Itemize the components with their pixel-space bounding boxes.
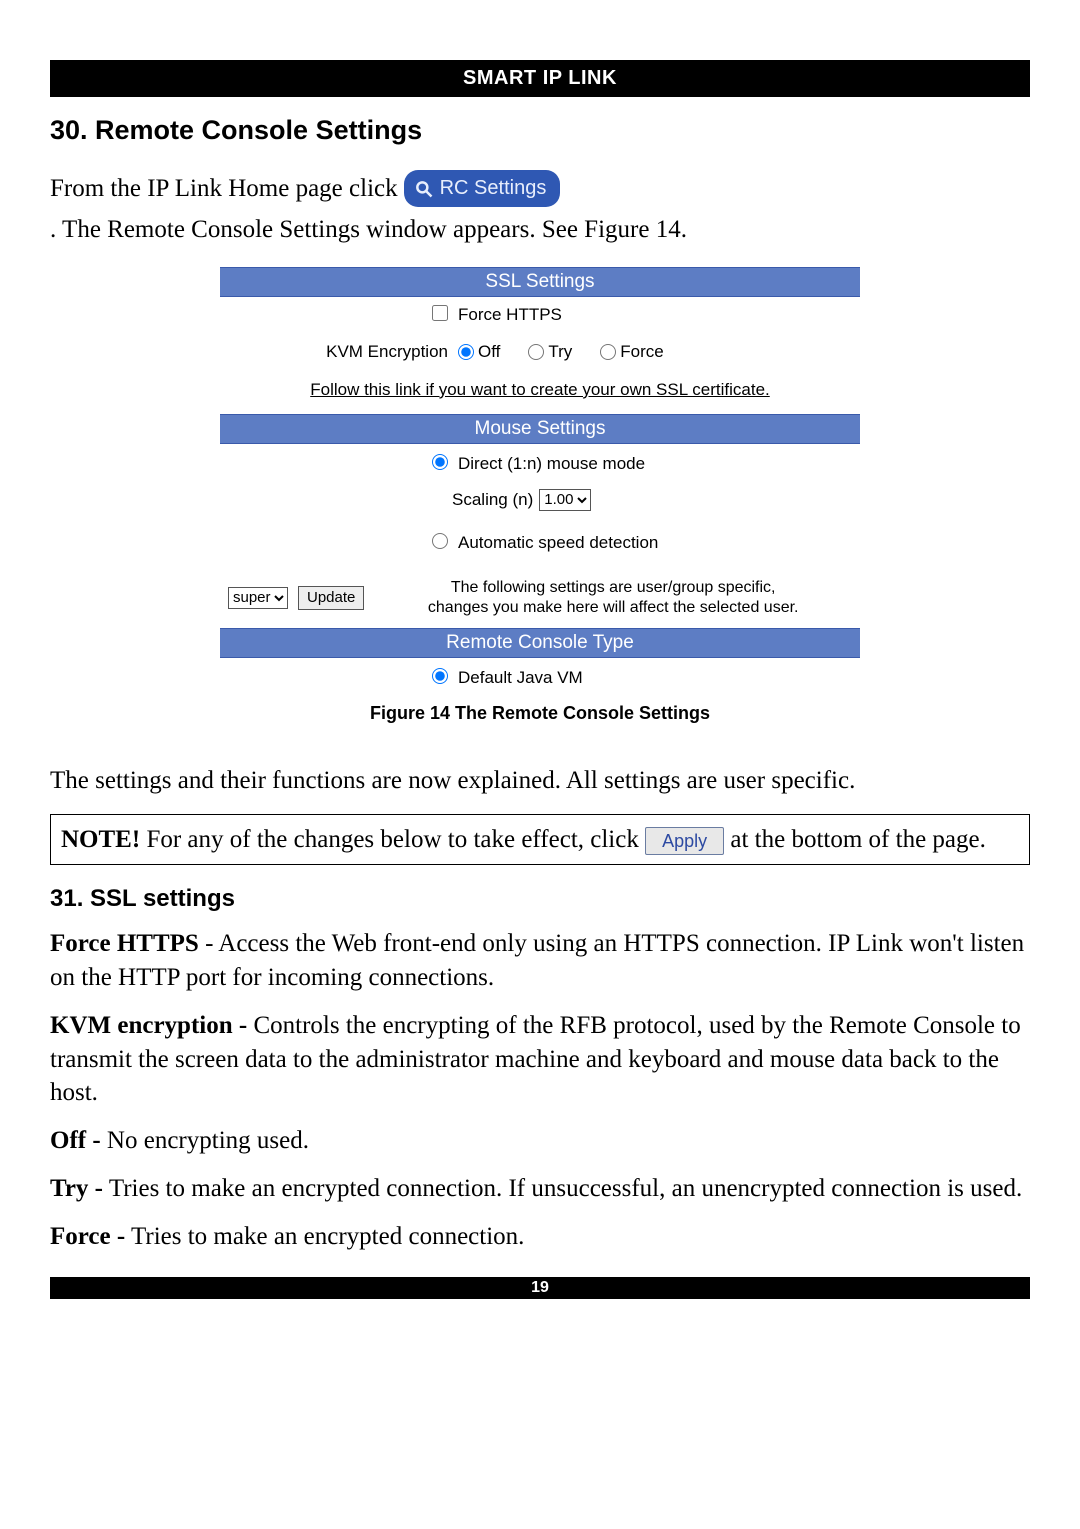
header-title: SMART IP LINK xyxy=(463,67,617,89)
force-bold: Force - xyxy=(50,1223,125,1250)
update-button[interactable]: Update xyxy=(298,586,364,610)
kvm-try-label: Try xyxy=(548,342,572,362)
scaling-label: Scaling (n) xyxy=(452,490,533,510)
force-https-checkbox[interactable] xyxy=(432,305,448,321)
force-https-label: Force HTTPS xyxy=(458,305,562,325)
force-https-bold: Force HTTPS xyxy=(50,930,199,957)
note-part2: at the bottom of the page. xyxy=(730,826,985,853)
section-31-title: 31. SSL settings xyxy=(50,885,1030,913)
kvm-force-label: Force xyxy=(620,342,663,362)
figure-14: SSL Settings Force HTTPS KVM Encryption … xyxy=(220,267,860,724)
note-bold: NOTE! xyxy=(61,826,140,853)
figure-caption: Figure 14 The Remote Console Settings xyxy=(220,703,860,724)
kvm-try-radio[interactable] xyxy=(528,344,544,360)
force-text: Tries to make an encrypted connection. xyxy=(131,1223,524,1250)
kvm-off-label: Off xyxy=(478,342,500,362)
user-select[interactable]: super xyxy=(228,587,288,609)
kvm-encryption-label: KVM Encryption xyxy=(326,342,448,361)
force-para: Force - Tries to make an encrypted conne… xyxy=(50,1220,1030,1254)
force-https-para: Force HTTPS - Access the Web front-end o… xyxy=(50,927,1030,995)
intro-text-1: From the IP Link Home page click xyxy=(50,172,398,206)
ssl-certificate-link[interactable]: Follow this link if you want to create y… xyxy=(310,380,770,399)
direct-mouse-label: Direct (1:n) mouse mode xyxy=(458,454,645,474)
auto-speed-radio[interactable] xyxy=(432,533,448,549)
try-bold: Try - xyxy=(50,1175,103,1202)
remote-console-type-bar: Remote Console Type xyxy=(220,628,860,658)
off-text: No encrypting used. xyxy=(107,1127,309,1154)
auto-speed-label: Automatic speed detection xyxy=(458,533,658,553)
scaling-select[interactable]: 1.00 xyxy=(539,489,591,511)
kvm-bold: KVM encryption - xyxy=(50,1012,247,1039)
user-specific-note: The following settings are user/group sp… xyxy=(374,578,852,618)
off-para: Off - No encrypting used. xyxy=(50,1124,1030,1158)
mouse-settings-bar: Mouse Settings xyxy=(220,414,860,444)
rc-settings-button[interactable]: RC Settings xyxy=(404,170,561,207)
direct-mouse-radio[interactable] xyxy=(432,454,448,470)
try-para: Try - Tries to make an encrypted connect… xyxy=(50,1172,1030,1206)
intro-paragraph: From the IP Link Home page click RC Sett… xyxy=(50,170,1030,247)
kvm-off-radio[interactable] xyxy=(458,344,474,360)
section-30-title: 30. Remote Console Settings xyxy=(50,115,1030,146)
intro-text-2: . The Remote Console Settings window app… xyxy=(50,213,687,247)
footer-bar: 19 xyxy=(50,1277,1030,1299)
try-text: Tries to make an encrypted connection. I… xyxy=(109,1175,1022,1202)
note-box: NOTE! For any of the changes below to ta… xyxy=(50,814,1030,866)
ssl-settings-bar: SSL Settings xyxy=(220,267,860,297)
explain-paragraph: The settings and their functions are now… xyxy=(50,764,1030,798)
kvm-para: KVM encryption - Controls the encrypting… xyxy=(50,1009,1030,1110)
header-bar: SMART IP LINK xyxy=(50,60,1030,97)
rc-settings-label: RC Settings xyxy=(440,175,547,202)
note-part1: For any of the changes below to take eff… xyxy=(146,826,645,853)
default-java-radio[interactable] xyxy=(432,668,448,684)
search-icon xyxy=(414,179,434,199)
apply-button[interactable]: Apply xyxy=(645,827,724,855)
off-bold: Off - xyxy=(50,1127,101,1154)
page-number: 19 xyxy=(531,1279,549,1296)
kvm-force-radio[interactable] xyxy=(600,344,616,360)
default-java-label: Default Java VM xyxy=(458,668,583,688)
